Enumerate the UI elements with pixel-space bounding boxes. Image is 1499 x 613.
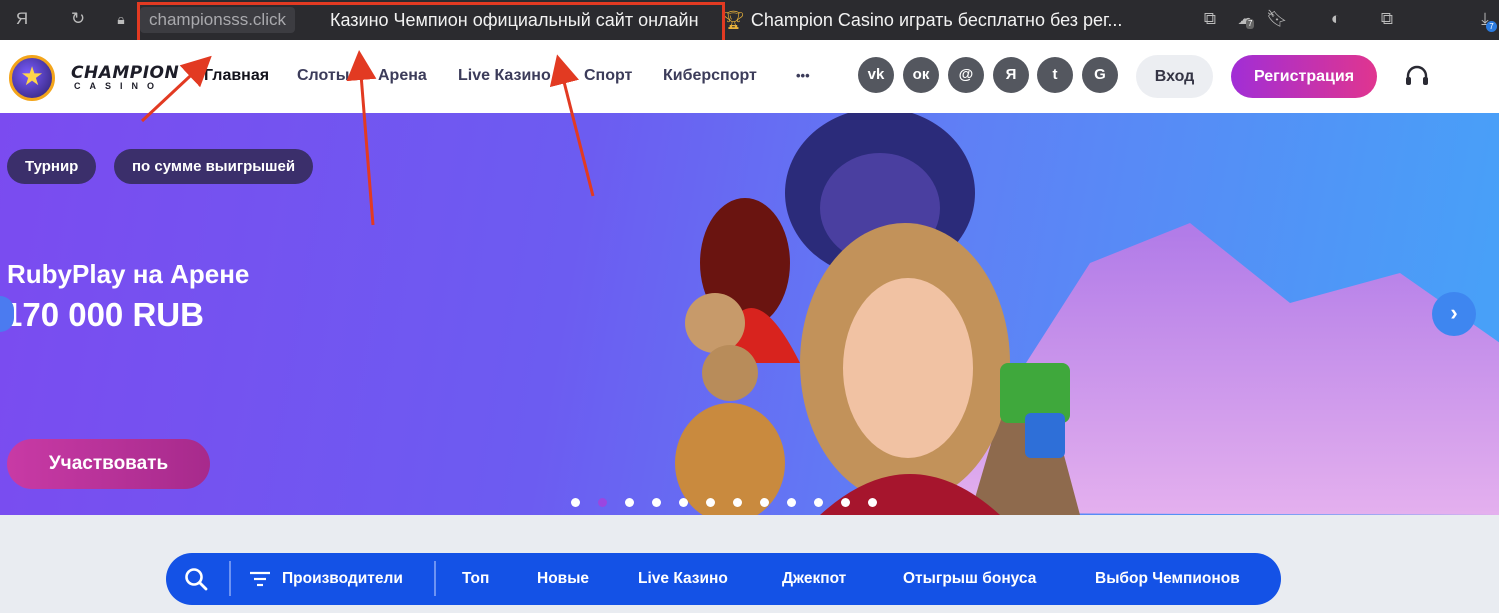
filter-bonus-wagering[interactable]: Отыгрыш бонуса [903,570,1036,588]
nav-main[interactable]: Главная [204,67,269,85]
tabs-icon[interactable]: ⧉ [1199,8,1221,30]
translate-icon[interactable]: ⧉ [1376,8,1398,30]
nav-live-casino[interactable]: Live Казино [458,67,551,85]
chevron-right-icon: › [1450,300,1458,325]
register-button[interactable]: Регистрация [1231,55,1377,98]
logo-subtext: CASINO [74,81,164,91]
filter-icon [250,571,270,587]
vk-icon[interactable]: vk [858,57,894,93]
hero-title: RubyPlay на Арене [7,259,250,289]
yandex-icon[interactable]: Я [993,57,1029,93]
login-button[interactable]: Вход [1136,55,1213,98]
star-logo-icon: ★ [20,61,44,91]
download-icon[interactable]: ⤓ 7 [1474,8,1497,32]
filter-jackpot[interactable]: Джекпот [782,570,846,588]
reload-icon[interactable]: ↻ [67,8,89,30]
slider-dot[interactable] [706,498,715,507]
hero-illustration [675,113,1499,515]
more-icon[interactable]: ••• [796,68,810,83]
search-icon[interactable] [183,566,209,592]
filter-live-casino[interactable]: Live Казино [638,570,728,588]
tab-title-rest: 🏆︎ Champion Casino играть бесплатно без р… [722,7,1122,33]
nav-slots[interactable]: Слоты [297,67,349,85]
filter-top[interactable]: Топ [462,570,489,588]
filter-separator [434,561,436,596]
slider-dot[interactable] [814,498,823,507]
by-winnings-chip: по сумме выигрышей [114,149,314,184]
filter-champions-choice[interactable]: Выбор Чемпионов [1095,570,1240,588]
slider-dot[interactable] [679,498,688,507]
lock-icon: 🔒︎ [117,11,125,27]
slider-dot[interactable] [787,498,796,507]
extension-badge: 7 [1246,19,1255,29]
tab-title-rest-text: Champion Casino играть бесплатно без рег… [750,10,1123,30]
providers-filter[interactable]: Производители [282,570,403,588]
filter-separator [229,561,231,596]
nav-sport[interactable]: Спорт [584,67,632,85]
nav-arena[interactable]: Арена [378,67,427,85]
participate-button[interactable]: Участвовать [7,439,210,489]
twitter-icon[interactable]: t [1037,57,1073,93]
protect-icon[interactable]: ◐ [1325,8,1347,30]
filter-new[interactable]: Новые [537,570,589,588]
slider-dot[interactable] [652,498,661,507]
highlight-box [137,2,725,43]
extension-icon[interactable]: ☁ 7 [1235,8,1257,30]
google-icon[interactable]: G [1082,57,1118,93]
slider-dot[interactable] [868,498,877,507]
slider-dot[interactable] [625,498,634,507]
yandex-browser-icon[interactable]: Я [11,8,33,30]
logo-text[interactable]: CHAMPION [71,63,179,83]
slider-dot[interactable] [598,498,607,507]
slider-dot[interactable] [733,498,742,507]
download-badge: 7 [1486,21,1497,32]
headset-icon[interactable] [1403,63,1431,91]
mail-icon[interactable]: @ [948,57,984,93]
slider-dot[interactable] [760,498,769,507]
trophy-icon: 🏆︎ [722,10,745,30]
hero-amount: 170 000 RUB [4,296,204,333]
nav-esports[interactable]: Киберспорт [663,67,757,85]
next-slide-button[interactable]: › [1432,292,1476,336]
tournament-chip: Турнир [7,149,97,184]
bookmark-icon[interactable]: 🔖︎ [1266,8,1288,30]
odnoklassniki-icon[interactable]: ок [903,57,939,93]
slider-dot[interactable] [571,498,580,507]
slider-dot[interactable] [841,498,850,507]
